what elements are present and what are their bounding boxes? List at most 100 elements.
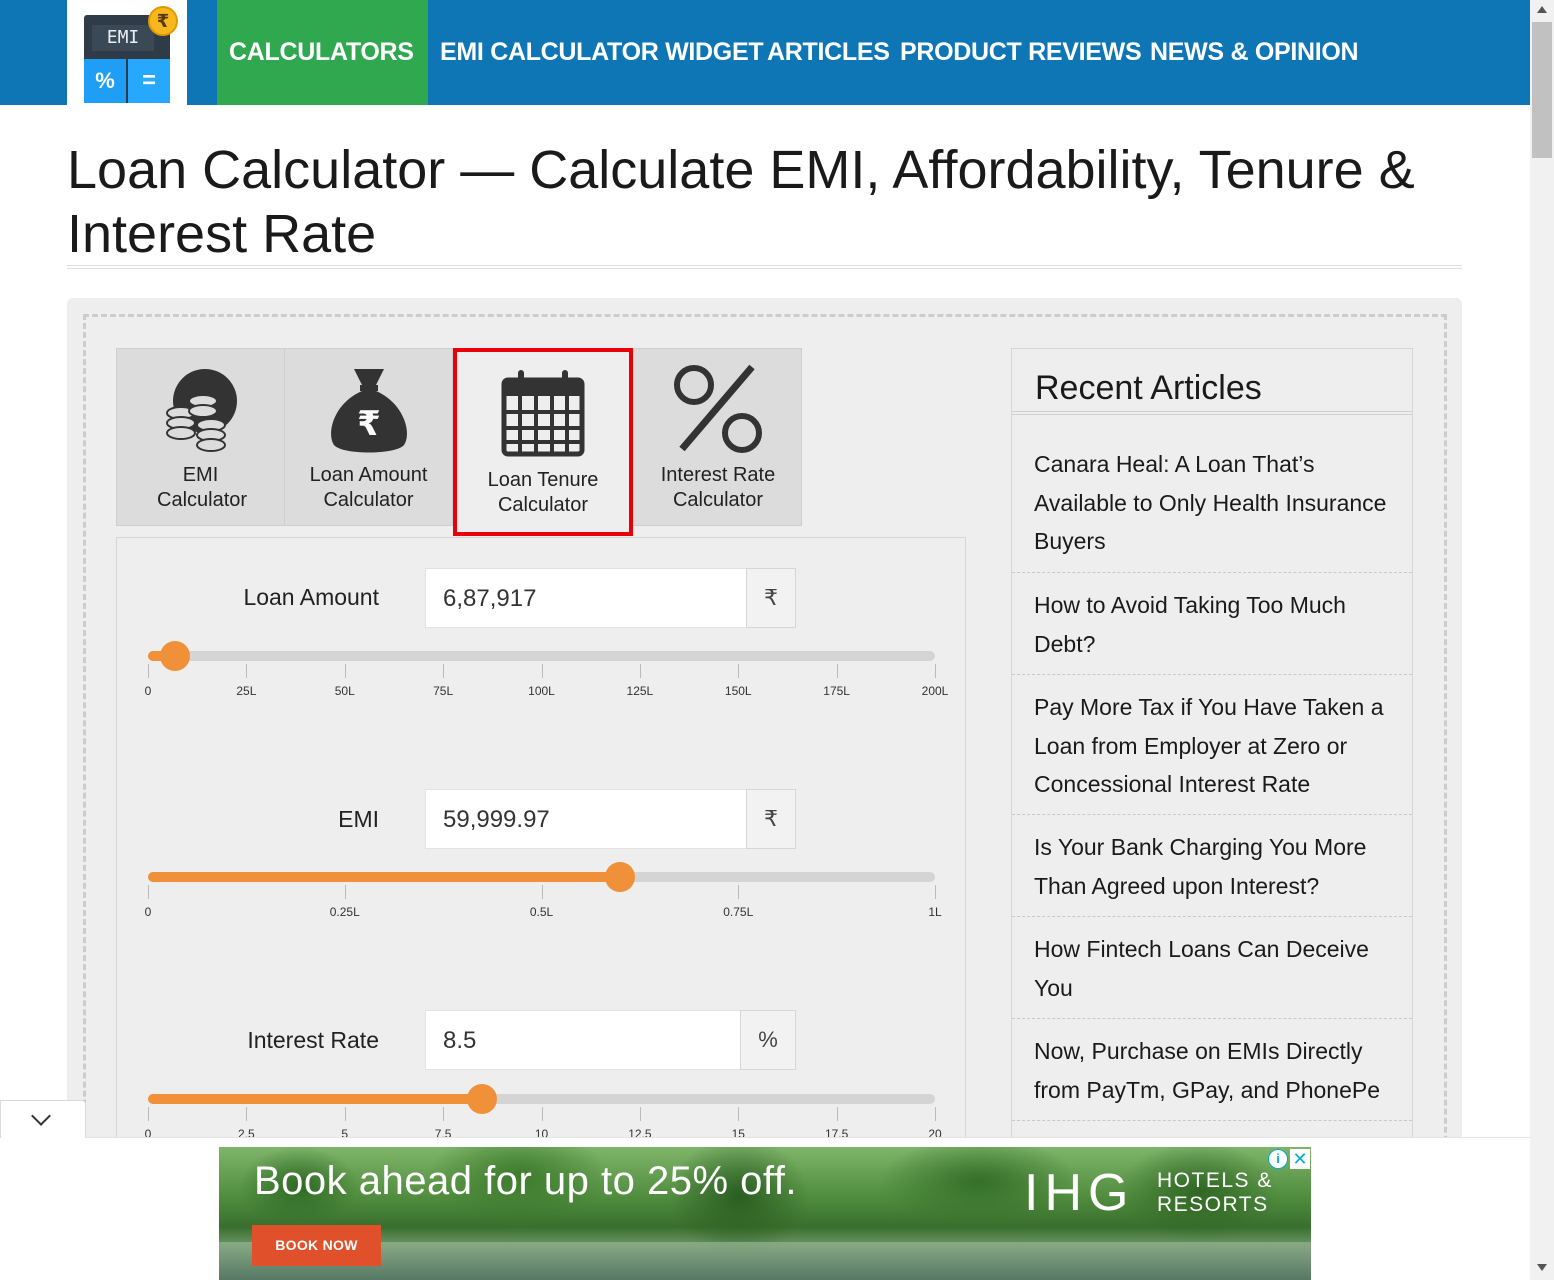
- scale-tick: [836, 664, 838, 678]
- tab-interest-rate-label: Interest Rate Calculator: [660, 464, 776, 511]
- recent-articles-title: Recent Articles: [1035, 369, 1262, 407]
- scale-tick-label: 25L: [236, 684, 257, 698]
- interest-rate-slider[interactable]: [148, 1084, 935, 1114]
- interest-rate-label: Interest Rate: [247, 1027, 379, 1053]
- scale-tick: [935, 664, 936, 678]
- emi-slider[interactable]: [148, 862, 935, 892]
- ad-brand-subtitle: HOTELS & RESORTS: [1157, 1169, 1273, 1217]
- nav-news-opinion[interactable]: NEWS & OPINION: [1150, 0, 1359, 105]
- tab-loan-amount-label: Loan Amount Calculator: [309, 464, 428, 511]
- nav-product-reviews[interactable]: PRODUCT REVIEWS: [900, 0, 1142, 105]
- interest-rate-input[interactable]: 8.5: [425, 1010, 741, 1070]
- nav-articles[interactable]: ARTICLES: [767, 0, 890, 105]
- scale-tick: [836, 1107, 838, 1121]
- scale-tick-label: 75L: [433, 684, 454, 698]
- ad-brand-sub-2: RESORTS: [1157, 1193, 1269, 1216]
- scroll-down-arrow-icon[interactable]: [1537, 1264, 1547, 1271]
- site-logo[interactable]: EMI % = ₹: [67, 0, 187, 120]
- tab-emi-label: EMI Calculator: [157, 464, 248, 511]
- scale-tick: [738, 1107, 740, 1121]
- scale-tick: [344, 885, 346, 899]
- ad-water-image: [219, 1242, 1311, 1280]
- scale-tick: [148, 664, 149, 678]
- article-link[interactable]: Canara Heal: A Loan That’s Available to …: [1012, 445, 1412, 573]
- ad-close-icon[interactable]: ✕: [1290, 1149, 1310, 1169]
- scale-tick-label: 0.5L: [529, 905, 554, 919]
- ad-brand-sub-1: HOTELS &: [1157, 1169, 1273, 1192]
- scale-tick: [148, 1107, 149, 1121]
- top-navbar: CALCULATORS EMI CALCULATOR WIDGET ARTICL…: [0, 0, 1530, 162]
- scale-tick: [344, 1107, 346, 1121]
- scale-tick: [935, 1107, 936, 1121]
- tab-loan-tenure-label: Loan Tenure Calculator: [487, 469, 599, 516]
- scroll-thumb[interactable]: [1532, 22, 1552, 158]
- article-title: Pay More Tax if You Have Taken a Loan fr…: [1034, 694, 1384, 797]
- logo-equals-key: =: [128, 59, 170, 103]
- scale-tick: [443, 664, 445, 678]
- tab-emi-calculator[interactable]: EMI Calculator: [117, 349, 285, 525]
- scale-tick-label: 0: [144, 905, 152, 919]
- calendar-icon: [501, 370, 585, 457]
- ad-book-now-button[interactable]: BOOK NOW: [252, 1225, 381, 1266]
- tab-interest-rate-calculator[interactable]: Interest Rate Calculator: [633, 349, 803, 525]
- interest-rate-slider-fill: [148, 1094, 483, 1104]
- logo-screen: EMI: [92, 25, 154, 51]
- chevron-down-icon: [31, 1106, 51, 1126]
- emi-rupee-addon: ₹: [746, 789, 796, 849]
- article-link[interactable]: Pay More Tax if You Have Taken a Loan fr…: [1012, 688, 1412, 815]
- emi-scale: 0 0.25L 0.5L 0.75L 1L: [144, 885, 942, 925]
- scale-tick: [541, 1107, 543, 1121]
- scale-tick-label: 0: [144, 684, 152, 698]
- scale-tick: [935, 885, 936, 899]
- emi-slider-fill: [148, 872, 621, 882]
- nav-calculators-label: CALCULATORS: [229, 38, 414, 66]
- emi-label: EMI: [338, 806, 379, 832]
- article-link[interactable]: Is Your Bank Charging You More Than Agre…: [1012, 828, 1412, 917]
- scale-tick: [246, 1107, 248, 1121]
- loan-amount-input[interactable]: 6,87,917: [425, 568, 747, 628]
- article-title: Is Your Bank Charging You More Than Agre…: [1034, 834, 1367, 899]
- tab-loan-tenure-calculator[interactable]: Loan Tenure Calculator: [453, 348, 633, 536]
- article-link[interactable]: Now, Purchase on EMIs Directly from PayT…: [1012, 1032, 1412, 1121]
- ad-headline: Book ahead for up to 25% off.: [254, 1159, 798, 1203]
- ad-info-icon[interactable]: i: [1268, 1149, 1288, 1169]
- scale-tick: [639, 664, 641, 678]
- scale-tick: [738, 664, 740, 678]
- nav-emi-calculator-widget[interactable]: EMI CALCULATOR WIDGET: [440, 0, 764, 105]
- svg-text:₹: ₹: [357, 404, 381, 444]
- emi-input[interactable]: 59,999.97: [425, 789, 747, 849]
- loan-amount-rupee-addon: ₹: [746, 568, 796, 628]
- ad-brand-logo: IHG: [1024, 1164, 1135, 1222]
- nav-calculators-dropdown[interactable]: CALCULATORS: [217, 0, 428, 162]
- scale-tick: [443, 1107, 445, 1121]
- scale-tick-label: 0.75L: [723, 905, 754, 919]
- page-scrollbar[interactable]: [1530, 0, 1554, 1280]
- scale-tick: [344, 664, 346, 678]
- article-link[interactable]: How Fintech Loans Can Deceive You: [1012, 930, 1412, 1019]
- loan-amount-slider[interactable]: [148, 641, 935, 671]
- interest-rate-percent-addon: %: [740, 1010, 796, 1070]
- article-title: Canara Heal: A Loan That’s Available to …: [1034, 451, 1387, 554]
- article-link[interactable]: How to Avoid Taking Too Much Debt?: [1012, 586, 1412, 675]
- scale-tick: [246, 664, 248, 678]
- article-title: How Fintech Loans Can Deceive You: [1034, 936, 1369, 1001]
- advertisement-banner[interactable]: Book ahead for up to 25% off. BOOK NOW I…: [219, 1147, 1311, 1280]
- scale-tick-label: 125L: [626, 684, 654, 698]
- loan-amount-label: Loan Amount: [243, 584, 379, 610]
- scale-tick-label: 100L: [528, 684, 555, 698]
- coins-icon: [165, 369, 237, 452]
- scroll-up-arrow-icon[interactable]: [1537, 6, 1547, 13]
- scale-tick: [541, 664, 543, 678]
- recent-articles-sidebar: Recent Articles Canara Heal: A Loan That…: [1011, 348, 1413, 1188]
- calculator-tabs: EMI Calculator ₹ Loan Amount Calculator: [116, 348, 803, 536]
- tab-loan-amount-calculator[interactable]: ₹ Loan Amount Calculator: [285, 349, 453, 525]
- logo-percent-key: %: [84, 59, 126, 103]
- ad-collapse-toggle[interactable]: [0, 1100, 86, 1138]
- scale-tick-label: 175L: [823, 684, 850, 698]
- percent-icon: [674, 364, 762, 453]
- scale-tick-label: 0.25L: [329, 905, 360, 919]
- scale-tick: [639, 1107, 641, 1121]
- article-title: How to Avoid Taking Too Much Debt?: [1034, 592, 1346, 657]
- page: CALCULATORS EMI CALCULATOR WIDGET ARTICL…: [0, 0, 1554, 1280]
- loan-amount-scale: 0 25L 50L 75L 100L 125L 150L 175L 200L: [144, 664, 948, 704]
